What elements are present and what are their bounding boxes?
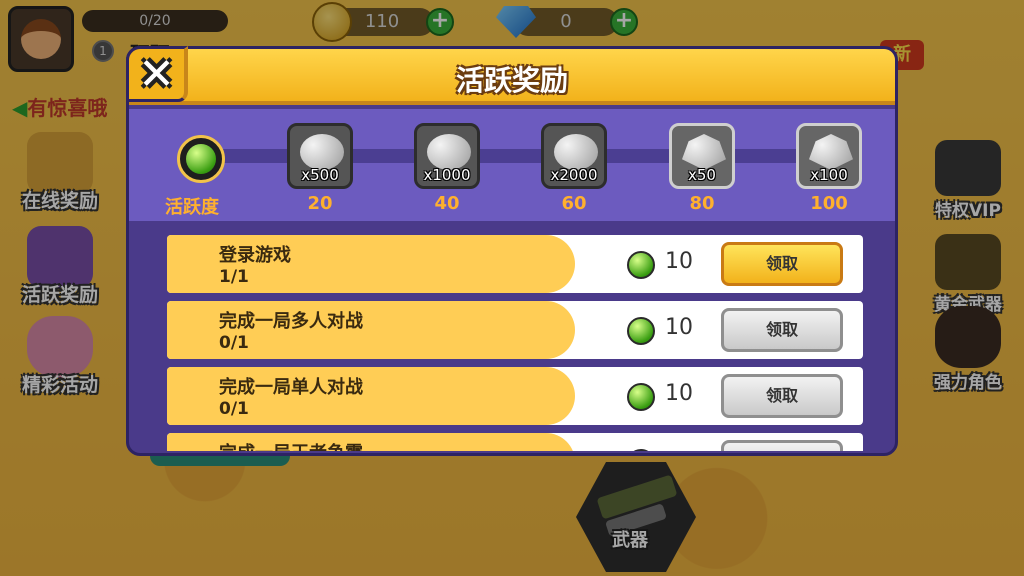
activity-point-icon (627, 251, 655, 279)
task-points: 10 (665, 249, 693, 274)
dialog-header: 活跃奖励 (129, 49, 895, 105)
reward-qty: x100 (810, 166, 848, 184)
close-button[interactable]: ✕ (126, 46, 188, 102)
milestone-threshold: 40 (434, 193, 460, 214)
task-name: 完成一局多人对战 (219, 311, 363, 332)
reward-qty: x2000 (550, 166, 598, 184)
task-name: 完成一局王者争霸 (219, 439, 363, 451)
activity-point-icon (627, 317, 655, 345)
task-name: 完成一局单人对战 (219, 377, 363, 398)
silver-diamond-icon (682, 134, 726, 170)
task-points: 10 (665, 315, 693, 340)
task-progress: 1/1 (219, 267, 249, 287)
task-points: 10 (665, 381, 693, 406)
activity-reward-dialog: 活跃奖励 活跃度 x500 20 x1000 40 x2000 60 x50 8… (126, 46, 898, 456)
silver-coin-icon (554, 134, 598, 170)
milestone-reward-100[interactable]: x100 (796, 123, 862, 189)
milestone-threshold: 100 (810, 193, 848, 214)
activity-progress: 活跃度 x500 20 x1000 40 x2000 60 x50 80 x10… (129, 109, 895, 221)
close-icon: ✕ (138, 49, 175, 100)
claim-button[interactable]: 领取 (721, 374, 843, 418)
task-progress: 0/1 (219, 399, 249, 419)
task-row: 登录游戏 1/1 10 领取 (167, 235, 863, 293)
silver-diamond-icon (809, 134, 853, 170)
reward-qty: x500 (301, 166, 339, 184)
claim-button[interactable] (721, 440, 843, 451)
milestone-threshold: 20 (307, 193, 333, 214)
milestone-reward-80[interactable]: x50 (669, 123, 735, 189)
task-row: 完成一局单人对战 0/1 10 领取 (167, 367, 863, 425)
silver-coin-icon (427, 134, 471, 170)
milestone-threshold: 60 (561, 193, 587, 214)
milestone-reward-40[interactable]: x1000 (414, 123, 480, 189)
reward-qty: x1000 (423, 166, 471, 184)
green-orb-icon (186, 144, 216, 174)
activity-orb-icon (177, 135, 225, 183)
task-row: 完成一局多人对战 0/1 10 领取 (167, 301, 863, 359)
milestone-reward-20[interactable]: x500 (287, 123, 353, 189)
task-name: 登录游戏 (219, 245, 291, 266)
activity-label: 活跃度 (165, 197, 219, 218)
milestone-threshold: 80 (689, 193, 715, 214)
task-row: 完成一局王者争霸 (167, 433, 863, 451)
task-list[interactable]: 登录游戏 1/1 10 领取 完成一局多人对战 0/1 10 领取 完成一局单人… (167, 235, 863, 451)
silver-coin-icon (300, 134, 344, 170)
dialog-title: 活跃奖励 (455, 64, 568, 97)
task-progress: 0/1 (219, 333, 249, 353)
milestone-reward-60[interactable]: x2000 (541, 123, 607, 189)
activity-point-icon (627, 383, 655, 411)
claim-button[interactable]: 领取 (721, 308, 843, 352)
activity-point-icon (627, 449, 655, 451)
claim-button[interactable]: 领取 (721, 242, 843, 286)
reward-qty: x50 (688, 166, 716, 184)
